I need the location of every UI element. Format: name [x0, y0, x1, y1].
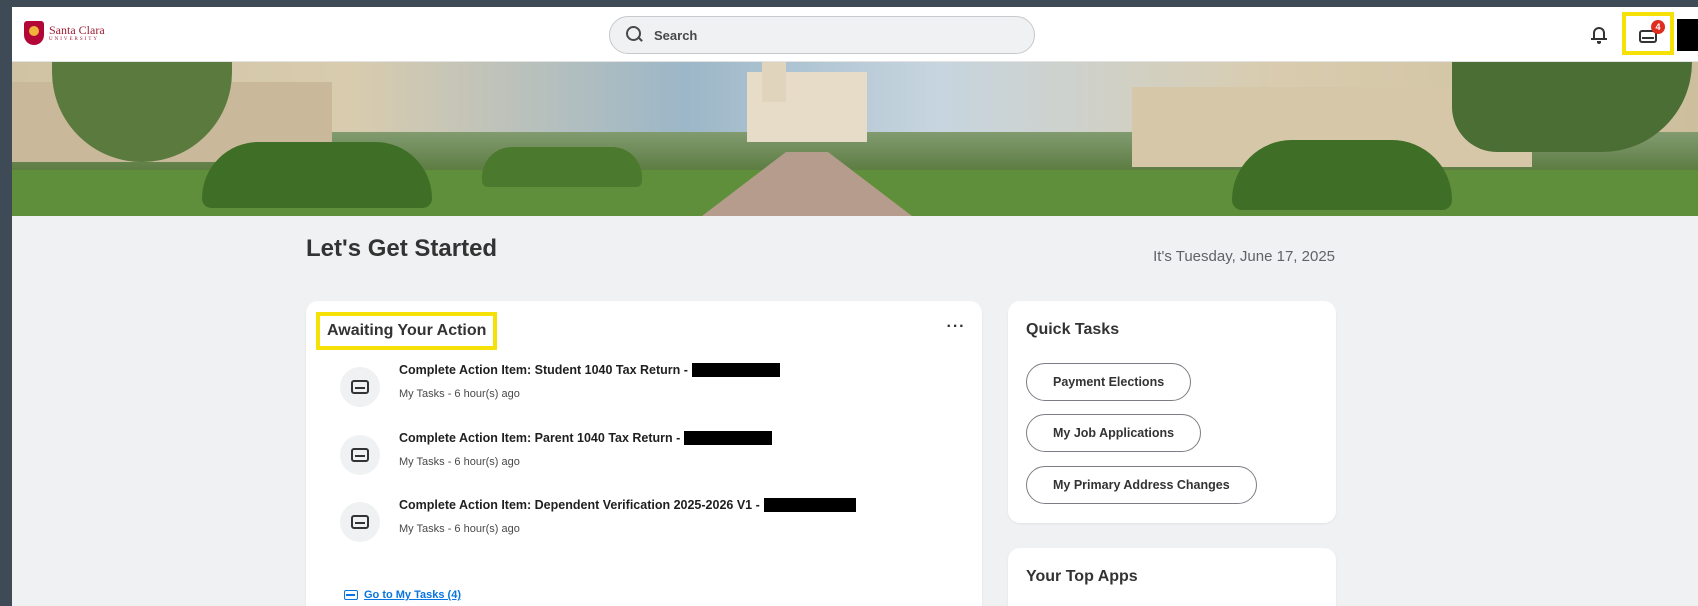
- redacted-name: [763, 498, 856, 512]
- redacted-profile[interactable]: [1677, 19, 1698, 51]
- top-apps-card: Your Top Apps: [1008, 548, 1336, 606]
- search-input[interactable]: [654, 27, 1014, 43]
- current-date: It's Tuesday, June 17, 2025: [1153, 248, 1335, 265]
- task-item[interactable]: Complete Action Item: Parent 1040 Tax Re…: [340, 431, 960, 479]
- page-title: Let's Get Started: [306, 235, 498, 262]
- task-subtitle: My Tasks - 6 hour(s) ago: [399, 388, 520, 400]
- top-apps-title: Your Top Apps: [1026, 568, 1138, 585]
- inbox-icon: [344, 590, 358, 600]
- task-title: Complete Action Item: Parent 1040 Tax Re…: [399, 431, 681, 445]
- task-inbox-icon: [340, 367, 380, 407]
- campus-banner-image: [12, 62, 1698, 216]
- logo-subtext: UNIVERSITY: [49, 37, 99, 42]
- task-subtitle: My Tasks - 6 hour(s) ago: [399, 456, 520, 468]
- task-title: Complete Action Item: Dependent Verifica…: [399, 498, 760, 512]
- inbox-count-badge: 4: [1651, 20, 1665, 34]
- awaiting-action-title: Awaiting Your Action: [316, 312, 498, 350]
- quick-tasks-title: Quick Tasks: [1026, 321, 1120, 338]
- logo-text: Santa Clara: [49, 23, 105, 37]
- my-job-applications-button[interactable]: My Job Applications: [1026, 414, 1202, 452]
- my-primary-address-changes-button[interactable]: My Primary Address Changes: [1026, 466, 1257, 504]
- task-title: Complete Action Item: Student 1040 Tax R…: [399, 363, 688, 377]
- quick-tasks-card: Quick Tasks Payment Elections My Job App…: [1008, 301, 1336, 523]
- payment-elections-button[interactable]: Payment Elections: [1026, 363, 1192, 401]
- awaiting-action-card: Awaiting Your Action ··· Complete Action…: [306, 301, 982, 606]
- redacted-name: [691, 363, 780, 377]
- task-item[interactable]: Complete Action Item: Dependent Verifica…: [340, 498, 960, 546]
- redacted-name: [684, 431, 773, 445]
- inbox-button[interactable]: 4: [1622, 12, 1674, 55]
- notifications-bell-icon[interactable]: [1590, 25, 1608, 45]
- top-bar: Santa Clara UNIVERSITY 4: [12, 7, 1698, 62]
- task-inbox-icon: [340, 502, 380, 542]
- go-to-my-tasks-link[interactable]: Go to My Tasks (4): [344, 589, 461, 601]
- task-item[interactable]: Complete Action Item: Student 1040 Tax R…: [340, 363, 960, 411]
- task-subtitle: My Tasks - 6 hour(s) ago: [399, 523, 520, 535]
- university-logo[interactable]: Santa Clara UNIVERSITY: [24, 21, 105, 45]
- search-bar[interactable]: [609, 16, 1035, 54]
- more-options-button[interactable]: ···: [946, 319, 966, 337]
- browser-frame: Santa Clara UNIVERSITY 4 Let's Get: [0, 0, 1698, 606]
- crest-icon: [24, 21, 44, 45]
- task-inbox-icon: [340, 435, 380, 475]
- search-icon: [626, 26, 644, 44]
